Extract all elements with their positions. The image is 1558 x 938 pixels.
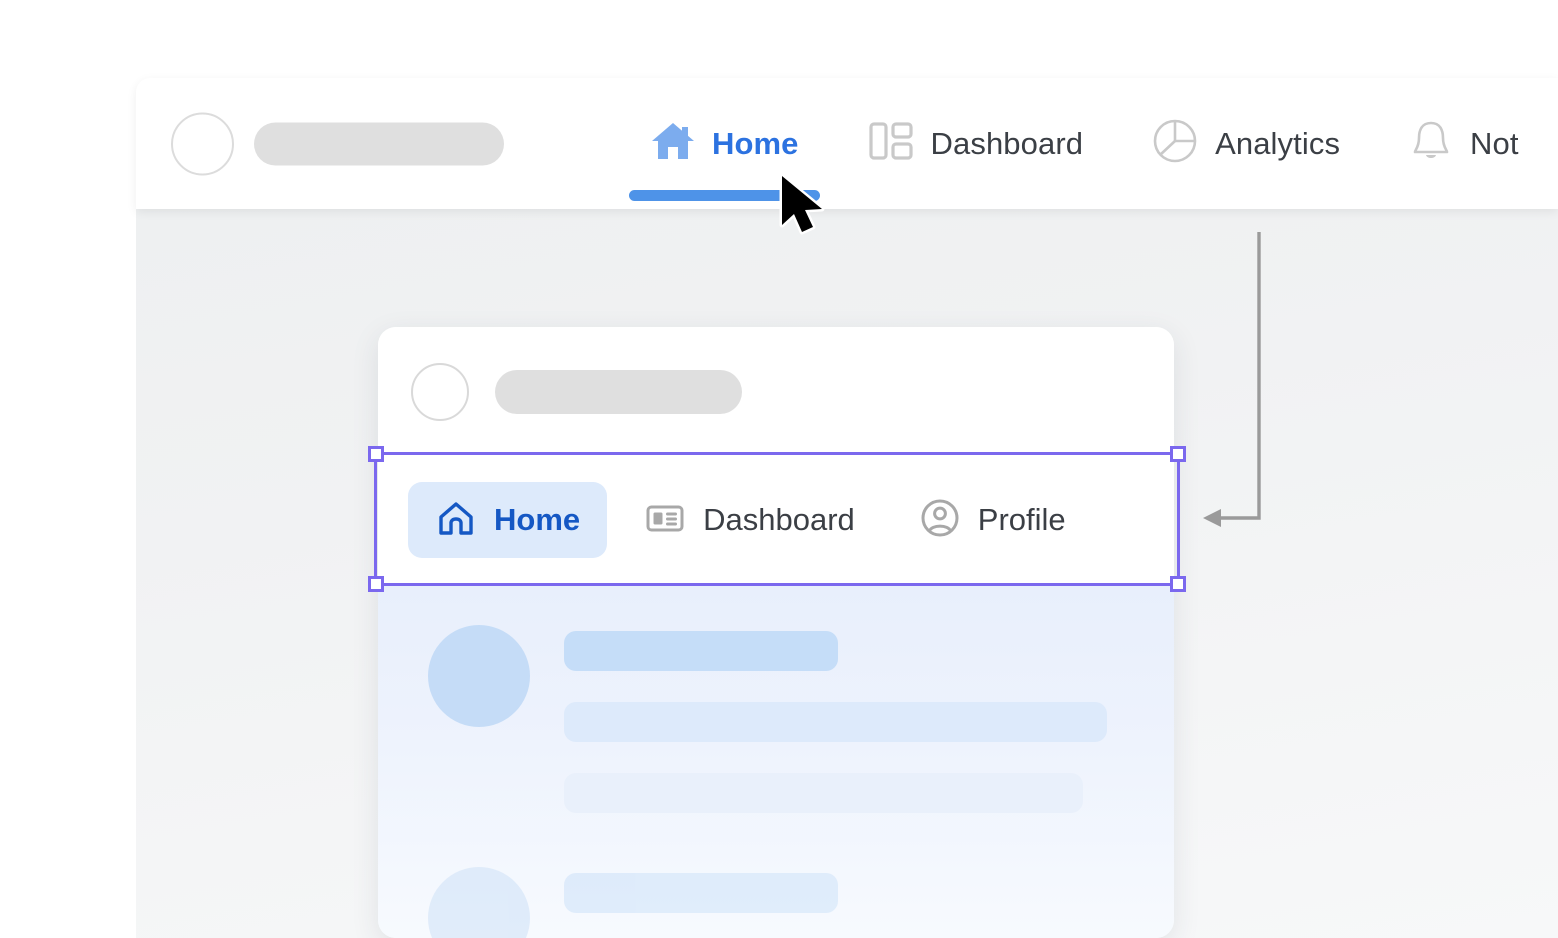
top-nav-label-home: Home [712,125,799,161]
top-nav-label-dashboard: Dashboard [930,125,1084,161]
skeleton-lines [564,867,1174,938]
card-nav-item-home[interactable]: Home [408,482,608,558]
top-nav-items: Home Dashboard Analytics Not [616,78,1553,209]
card-nav-label-profile: Profile [977,502,1066,537]
card-title-placeholder [495,370,742,414]
card-nav-label-home: Home [494,502,581,537]
skeleton-bar [564,873,838,913]
avatar-circle-icon[interactable] [411,363,469,421]
pie-chart-icon [1151,117,1199,170]
card-content-skeleton [378,585,1174,938]
home-filled-icon [650,120,696,167]
skeleton-row [378,625,1174,813]
card-nav-item-profile[interactable]: Profile [892,482,1093,558]
bell-icon [1408,117,1454,170]
mouse-cursor-arrow-icon [776,173,838,246]
top-nav-item-notifications[interactable]: Not [1374,78,1553,209]
skeleton-avatar [428,867,530,938]
top-nav-item-analytics[interactable]: Analytics [1117,78,1374,209]
layout-grid-icon [867,117,915,170]
card-navigation: Home Dashboard Profile [378,455,1174,585]
skeleton-bar [564,702,1107,742]
skeleton-row [378,867,1174,938]
card-nav-item-dashboard[interactable]: Dashboard [617,482,882,558]
annotation-connector [1195,230,1305,535]
avatar-circle-icon[interactable] [171,112,234,175]
skeleton-lines [564,625,1174,813]
top-nav-item-dashboard[interactable]: Dashboard [833,78,1118,209]
home-outline-icon [435,497,477,544]
skeleton-bar [564,631,838,671]
search-input[interactable] [254,122,504,165]
card-header [378,327,1174,455]
user-circle-icon [919,497,961,544]
screenshot-stage: Home Dashboard Analytics Not Home Dashbo… [0,0,1558,938]
card-nav-label-dashboard: Dashboard [703,502,855,537]
top-nav-label-analytics: Analytics [1215,125,1341,161]
skeleton-bar [564,773,1083,813]
article-icon [644,497,686,544]
top-nav-label-notifications: Not [1470,125,1519,161]
top-navigation-bar: Home Dashboard Analytics Not [136,78,1558,209]
skeleton-avatar [428,625,530,727]
preview-card: Home Dashboard Profile [378,327,1174,938]
